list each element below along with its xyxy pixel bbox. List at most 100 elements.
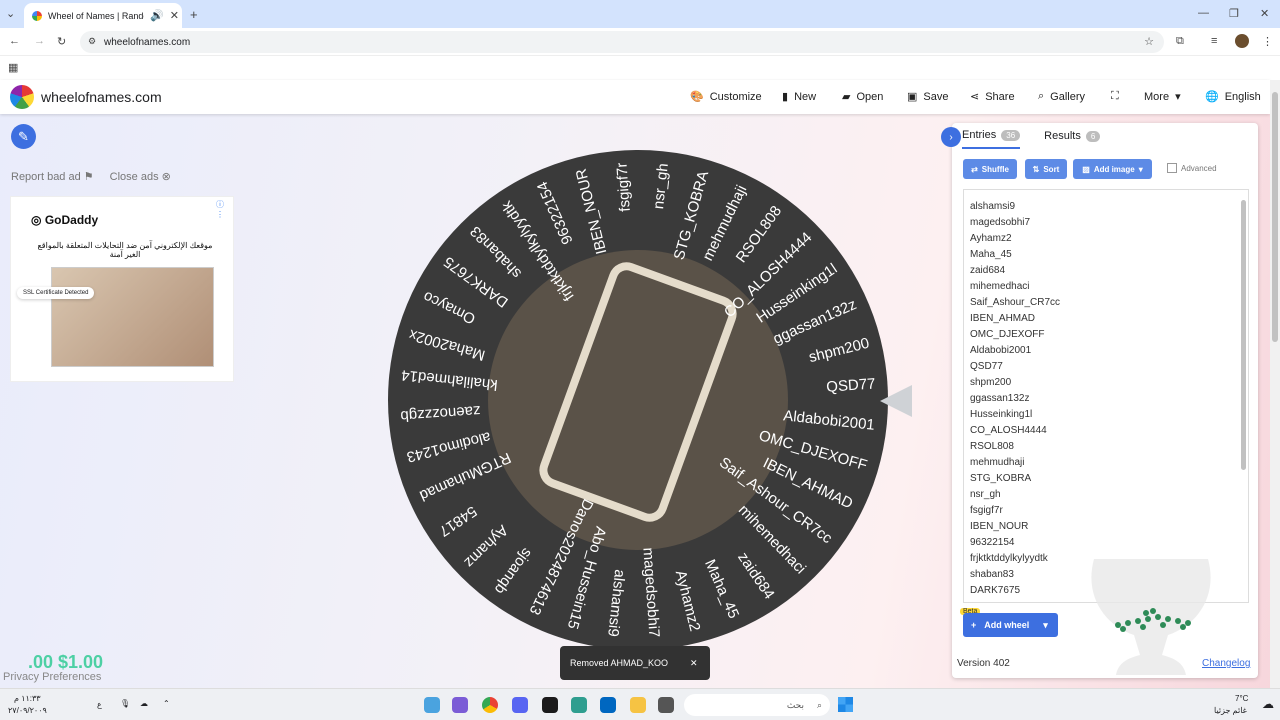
minimize-icon[interactable]: — — [1198, 7, 1209, 19]
omnibox[interactable]: ⚙ wheelofnames.com ☆ — [80, 31, 1164, 53]
entry-line[interactable]: magedsobhi7 — [970, 215, 1060, 231]
entry-line[interactable]: DARK7675 — [970, 583, 1060, 599]
entries-scrollbar[interactable] — [1241, 200, 1246, 470]
entry-line[interactable]: shaban83 — [970, 567, 1060, 583]
collapse-panel-button[interactable]: › — [941, 127, 961, 147]
shuffle-button[interactable]: ⇄ Shuffle — [963, 159, 1017, 179]
nav-save[interactable]: ▣ Save — [907, 90, 948, 104]
entry-line[interactable]: STG_KOBRA — [970, 471, 1060, 487]
start-icon[interactable] — [838, 697, 853, 712]
entry-line[interactable]: RSOL808 — [970, 439, 1060, 455]
entries-textarea[interactable]: alshamsi9 magedsobhi7 Ayhamz2 Maha_45 zaid68… — [963, 189, 1249, 603]
file-explorer-icon[interactable] — [630, 697, 646, 713]
window-close-icon[interactable]: ✕ — [1260, 7, 1269, 20]
entry-line[interactable]: IBEN_AHMAD — [970, 311, 1060, 327]
media-icon[interactable]: ≡ — [1211, 35, 1217, 47]
entry-line[interactable]: mihemedhaci — [970, 279, 1060, 295]
toast-close-icon[interactable]: ✕ — [690, 658, 698, 669]
restore-icon[interactable]: ❐ — [1229, 7, 1239, 20]
weather-icon[interactable]: ☁ — [1262, 697, 1274, 711]
weather-text: غائم جزئيا — [1214, 706, 1247, 715]
privacy-preferences-link[interactable]: Privacy Preferences — [3, 671, 101, 683]
chevron-down-icon[interactable]: ▾ — [1043, 620, 1048, 631]
entry-line[interactable]: frjktktddylkylyydtk — [970, 551, 1060, 567]
tab-close-icon[interactable]: ✕ — [170, 9, 179, 22]
bookmark-star-icon[interactable]: ☆ — [1144, 35, 1154, 48]
entry-line[interactable]: Saif_Ashour_CR7cc — [970, 295, 1060, 311]
wheel-segment-label: fsgigf7r — [613, 162, 633, 212]
forward-icon[interactable]: → — [34, 35, 45, 47]
entry-line[interactable]: Ayhamz2 — [970, 231, 1060, 247]
reload-icon[interactable]: ↻ — [57, 35, 66, 48]
changelog-link[interactable]: Changelog — [1202, 658, 1250, 669]
nav-language[interactable]: 🌐 English — [1205, 90, 1261, 104]
checkbox-box[interactable] — [1167, 163, 1177, 173]
nav-gallery[interactable]: ⌕ Gallery — [1038, 90, 1085, 103]
page-scrollbar[interactable] — [1270, 80, 1280, 688]
entry-line[interactable]: shpm200 — [970, 375, 1060, 391]
report-bad-ad-link[interactable]: Report bad ad ⚑ — [11, 170, 94, 183]
chevron-right-icon: › — [949, 131, 953, 143]
snackbar-toast: Removed AHMAD_KOO ✕ — [560, 646, 710, 680]
nav-open[interactable]: ▰ Open — [842, 90, 883, 104]
apps-grid-icon[interactable]: ▦ — [8, 61, 18, 74]
browser-menu-icon[interactable]: ⋮ — [1262, 35, 1273, 48]
page-scrollbar-thumb[interactable] — [1272, 92, 1278, 342]
entry-line[interactable]: 96322154 — [970, 535, 1060, 551]
chrome-icon[interactable] — [482, 697, 498, 713]
taskbar-app-icon[interactable] — [658, 697, 674, 713]
chevron-down-icon: ▾ — [1175, 91, 1181, 103]
spin-wheel[interactable]: QSD77shpm200ggassan132zHusseinking1lCO_A… — [385, 147, 891, 653]
tab-search-icon[interactable]: ⌄ — [6, 7, 15, 20]
sort-button[interactable]: ⇅ Sort — [1025, 159, 1067, 179]
taskbar-app-icon[interactable] — [452, 697, 468, 713]
edit-pencil-button[interactable]: ✎ — [11, 124, 36, 149]
nav-more[interactable]: More ▾ — [1144, 90, 1181, 104]
entry-line[interactable]: alshamsi9 — [970, 199, 1060, 215]
site-brand[interactable]: wheelofnames.com — [41, 89, 162, 105]
entry-line[interactable]: fsgigf7r — [970, 503, 1060, 519]
taskbar-app-icon[interactable] — [424, 697, 440, 713]
add-wheel-button[interactable]: + Add wheel ▾ — [963, 613, 1058, 637]
entry-line[interactable]: CO_ALOSH4444 — [970, 423, 1060, 439]
microphone-icon[interactable]: 🎙 — [120, 699, 130, 708]
speaker-icon[interactable]: 🔊 — [150, 9, 164, 22]
new-tab-icon[interactable]: + — [190, 7, 198, 22]
advanced-checkbox[interactable]: Advanced — [1167, 163, 1217, 173]
keyboard-lang[interactable]: ع — [97, 700, 102, 709]
browser-tab[interactable]: Wheel of Names | Random 🔊 ✕ — [24, 3, 182, 28]
entry-line[interactable]: Maha_45 — [970, 247, 1060, 263]
entry-line[interactable]: Aldabobi2001 — [970, 343, 1060, 359]
extensions-icon[interactable]: ⧉ — [1176, 35, 1184, 48]
discord-icon[interactable] — [512, 697, 528, 713]
advertisement[interactable]: ◎ GoDaddy ⓘ ⋮ موقعك الإلكتروني آمن ضد ال… — [10, 196, 234, 382]
entry-line[interactable]: OMC_DJEXOFF — [970, 327, 1060, 343]
entry-line[interactable]: ggassan132z — [970, 391, 1060, 407]
entry-line[interactable]: mehmudhaji — [970, 455, 1060, 471]
entry-line[interactable]: IBEN_NOUR — [970, 519, 1060, 535]
tab-results[interactable]: Results 6 — [1044, 129, 1101, 149]
profile-avatar[interactable] — [1235, 34, 1249, 48]
cloud-icon[interactable]: ☁ — [140, 699, 148, 708]
entry-line[interactable]: zaid684 — [970, 263, 1060, 279]
back-icon[interactable]: ← — [9, 35, 20, 47]
url-text: wheelofnames.com — [104, 36, 191, 48]
chevron-up-icon[interactable]: ⌃ — [163, 699, 170, 708]
nav-new[interactable]: ▮ New — [782, 90, 816, 104]
taskbar-app-icon[interactable] — [571, 697, 587, 713]
site-info-icon[interactable]: ⚙ — [88, 36, 96, 47]
entry-line[interactable]: Husseinking1l — [970, 407, 1060, 423]
nav-share[interactable]: ⋖ Share — [970, 90, 1015, 104]
entry-line[interactable]: QSD77 — [970, 359, 1060, 375]
close-ads-link[interactable]: Close ads ⊗ — [110, 170, 171, 183]
site-logo-icon[interactable] — [10, 85, 34, 109]
entry-line[interactable]: nsr_gh — [970, 487, 1060, 503]
ad-info-icon[interactable]: ⓘ ⋮ — [216, 199, 233, 219]
store-icon[interactable] — [600, 697, 616, 713]
add-image-button[interactable]: ▨ Add image ▾ — [1073, 159, 1152, 179]
nav-fullscreen[interactable]: ⛶ — [1111, 90, 1119, 103]
nav-customize[interactable]: 🎨 Customize — [690, 90, 762, 104]
taskbar-app-icon[interactable] — [542, 697, 558, 713]
tab-entries[interactable]: Entries 36 — [962, 129, 1021, 149]
taskbar-search[interactable]: بحث ⌕ — [684, 694, 830, 716]
